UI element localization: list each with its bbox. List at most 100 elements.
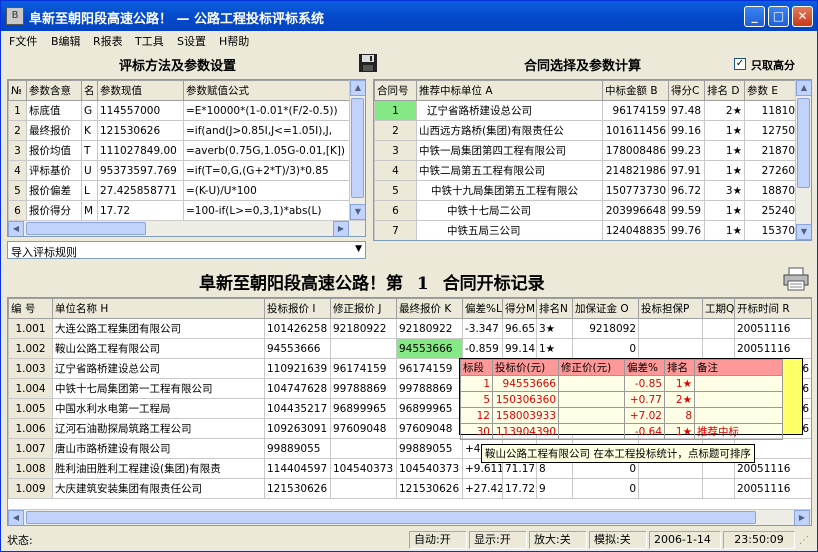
cell[interactable]: G [81, 100, 98, 121]
table-row[interactable]: 5 中铁十九局集团第五工程有限公 150773730 96.72 3★ 1887… [374, 180, 798, 201]
maximize-button[interactable]: □ [768, 6, 789, 27]
table-row[interactable]: 5 报价偏差 L 27.425858771 =(K-U)/U*100 [8, 180, 352, 201]
col-header[interactable]: 得分M [502, 298, 537, 319]
cell[interactable]: 报价偏差 [26, 180, 82, 201]
scroll-right-icon[interactable]: ▶ [794, 510, 810, 525]
cell[interactable]: =(K-U)/U*100 [183, 180, 352, 201]
cell[interactable]: 大连公路工程集团有限公司 [52, 318, 265, 339]
param-table-vscroll[interactable]: ▲ ▼ [349, 80, 365, 220]
cell[interactable]: 山西远方路桥(集团)有限责任公 [416, 120, 603, 141]
cell[interactable]: 114557000 [97, 100, 184, 121]
scroll-down-icon[interactable]: ▼ [350, 204, 365, 220]
cell[interactable]: 104435217 [264, 398, 331, 419]
col-header[interactable]: 参数 E [744, 80, 798, 101]
contract-number[interactable]: 1 [374, 100, 417, 121]
col-header[interactable]: 参数赋值公式 [183, 80, 352, 101]
cell[interactable]: 中铁十七局二公司 [416, 200, 603, 221]
resize-grip-icon[interactable]: ⋰ [799, 535, 813, 549]
cell[interactable]: 99.16 [668, 120, 705, 141]
cell[interactable]: -3.347 [462, 318, 503, 339]
cell[interactable]: 中国水利水电第一工程局 [52, 398, 265, 419]
cell[interactable]: 21870 [744, 140, 798, 161]
cell[interactable]: K [81, 120, 98, 141]
menu-file[interactable]: F文件 [9, 33, 37, 49]
cell[interactable]: 96899965 [396, 398, 463, 419]
table-row[interactable]: 1.001 大连公路工程集团有限公司 101426258 92180922 92… [8, 318, 811, 339]
col-header[interactable]: 名 [81, 80, 98, 101]
scroll-down-icon[interactable]: ▼ [796, 224, 811, 240]
cell[interactable]: 辽宁省路桥建设总公司 [416, 100, 603, 121]
col-header[interactable]: 最终报价 K [396, 298, 463, 319]
cell[interactable]: 9218092 [572, 318, 639, 339]
cell[interactable]: 99889055 [396, 438, 463, 459]
cell[interactable]: 标底值 [26, 100, 82, 121]
contract-number[interactable]: 4 [374, 160, 417, 181]
cell[interactable]: 辽河石油勘探局筑路工程公司 [52, 418, 265, 439]
table-row[interactable]: 3 中铁一局集团第四工程有限公司 178008486 99.23 1★ 2187… [374, 140, 798, 161]
cell[interactable]: 胜利油田胜利工程建设(集团)有限责 [52, 458, 265, 479]
col-header[interactable]: 工期Q [702, 298, 735, 319]
title-bar[interactable]: B 阜新至朝阳段高速公路！ — 公路工程投标评标系统 _ □ ✕ [1, 1, 817, 31]
cell[interactable]: 214821986 [602, 160, 669, 181]
cell[interactable]: 15370 [744, 220, 798, 240]
status-display[interactable]: 显示:开 [469, 531, 527, 549]
cell[interactable]: 96.65 [502, 318, 537, 339]
table-row[interactable]: 3 报价均值 T 111027849.00 =averb(0.75G,1.05G… [8, 140, 352, 161]
printer-icon[interactable] [782, 267, 810, 291]
contract-number[interactable]: 5 [374, 180, 417, 201]
cell[interactable]: 96174159 [396, 358, 463, 379]
cell[interactable]: 20051116 [734, 478, 811, 499]
table-row[interactable]: 1 辽宁省路桥建设总公司 96174159 97.48 2★ 11810 [374, 100, 798, 121]
col-header[interactable]: 开标时间 R [734, 298, 811, 319]
cell[interactable]: 20051116 [734, 318, 811, 339]
col-header[interactable]: 推荐中标单位 A [416, 80, 603, 101]
cell[interactable]: 大庆建筑安装集团有限责任公司 [52, 478, 265, 499]
bid-table-hscroll[interactable]: ◀ ▶ [8, 509, 811, 525]
col-header[interactable]: 中标金额 B [602, 80, 669, 101]
cell[interactable]: 3★ [704, 180, 745, 201]
cell[interactable] [702, 338, 735, 359]
cell[interactable]: 唐山市路桥建设有限公司 [52, 438, 265, 459]
cell[interactable]: 1★ [704, 200, 745, 221]
scroll-up-icon[interactable]: ▲ [796, 80, 811, 96]
cell[interactable]: 92180922 [396, 318, 463, 339]
cell[interactable]: 121530626 [396, 478, 463, 499]
contract-number[interactable]: 6 [374, 200, 417, 221]
menu-help[interactable]: H帮助 [219, 33, 249, 49]
only-high-score-checkbox[interactable]: ✓ [734, 58, 746, 70]
cell[interactable]: 178008486 [602, 140, 669, 161]
cell[interactable]: 2★ [704, 100, 745, 121]
cell[interactable]: 0 [572, 338, 639, 359]
cell[interactable]: 中铁五局三公司 [416, 220, 603, 240]
cell[interactable]: 辽宁省路桥建设总公司 [52, 358, 265, 379]
save-icon[interactable] [358, 53, 378, 73]
scroll-left-icon[interactable]: ◀ [8, 510, 24, 525]
cell[interactable]: 97.91 [668, 160, 705, 181]
table-row[interactable]: 1.002 鞍山公路工程有限公司 94553666 94553666 -0.85… [8, 338, 811, 359]
contract-number[interactable]: 2 [374, 120, 417, 141]
cell[interactable]: 104540373 [330, 458, 397, 479]
cell[interactable]: 109263091 [264, 418, 331, 439]
cell[interactable]: 1★ [704, 120, 745, 141]
cell[interactable]: 17.72 [97, 200, 184, 221]
table-row[interactable]: 6 中铁十七局二公司 203996648 99.59 1★ 25240 [374, 200, 798, 221]
col-header[interactable]: 参数现值 [97, 80, 184, 101]
col-header[interactable]: 参数含意 [26, 80, 82, 101]
cell[interactable]: 27.425858771 [97, 180, 184, 201]
cell[interactable]: 110921639 [264, 358, 331, 379]
table-row[interactable]: 4 评标基价 U 95373597.769 =if(T=0,G,(G+2*T)/… [8, 160, 352, 181]
selected-cell[interactable]: 94553666 [396, 338, 463, 359]
cell[interactable]: 99.14 [502, 338, 537, 359]
cell[interactable]: L [81, 180, 98, 201]
cell[interactable] [702, 318, 735, 339]
cell[interactable]: 96174159 [602, 100, 669, 121]
cell[interactable]: M [81, 200, 98, 221]
scroll-up-icon[interactable]: ▲ [350, 80, 365, 96]
scroll-thumb[interactable] [351, 98, 364, 198]
table-row[interactable]: 7 中铁五局三公司 124048835 99.76 1★ 15370 [374, 220, 798, 240]
cell[interactable]: 99.59 [668, 200, 705, 221]
cell[interactable] [330, 478, 397, 499]
cell[interactable]: 1★ [704, 160, 745, 181]
table-row[interactable]: 6 报价得分 M 17.72 =100-if(L>=0,3,1)*abs(L) [8, 200, 352, 221]
cell[interactable]: 最终报价 [26, 120, 82, 141]
